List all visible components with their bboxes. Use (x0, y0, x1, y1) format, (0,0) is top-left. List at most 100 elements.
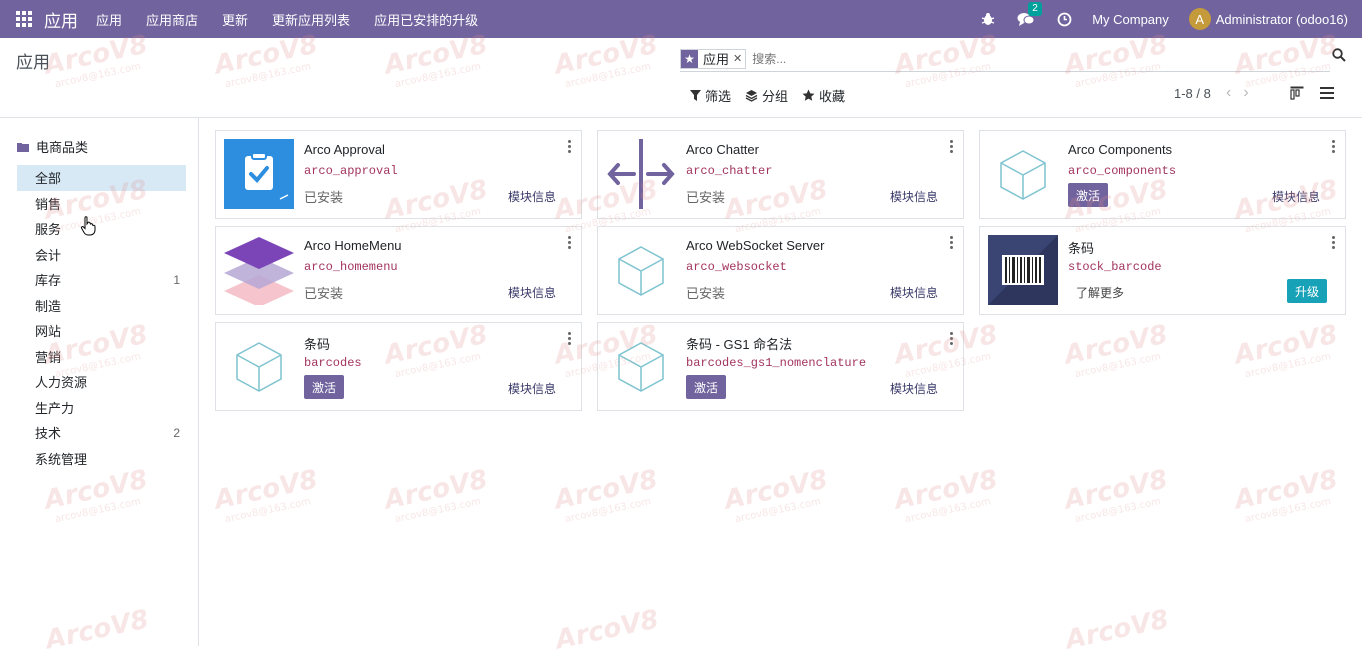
watermark: ArcoV8 arcov8@163.com (1231, 319, 1341, 381)
category-label: 营销 (35, 349, 62, 365)
group-by-button[interactable]: 分组 (745, 86, 788, 105)
debug-bug-icon[interactable] (981, 12, 995, 26)
category-item-all[interactable]: 全部 (17, 165, 186, 191)
activate-button[interactable]: 激活 (304, 375, 345, 399)
category-label: 会计 (35, 247, 62, 263)
card-menu-icon[interactable] (568, 236, 572, 251)
view-switcher (1290, 86, 1350, 100)
category-label: 服务 (35, 222, 62, 238)
app-card-arco-components[interactable]: Arco Components arco_components 激活 模块信息 (979, 130, 1346, 219)
page-title: 应用 (16, 53, 50, 72)
category-item-website[interactable]: 网站 (17, 318, 186, 344)
category-item-productivity[interactable]: 生产力 (17, 395, 186, 421)
menu-item-updates[interactable]: 更新 (222, 10, 248, 29)
learn-more-link[interactable]: 了解更多 (1076, 284, 1124, 301)
chatter-arrows-icon (606, 139, 676, 209)
favorites-button[interactable]: 收藏 (802, 86, 845, 105)
favorites-label: 收藏 (819, 89, 846, 104)
filters-button[interactable]: 筛选 (690, 86, 731, 105)
category-label: 系统管理 (35, 451, 88, 467)
module-info-link[interactable]: 模块信息 (1272, 188, 1320, 205)
card-menu-icon[interactable] (1332, 236, 1336, 251)
layers-icon (745, 90, 758, 102)
category-item-inventory[interactable]: 库存 1 (17, 267, 186, 293)
pager-previous-icon[interactable]: ‹ (1226, 84, 1231, 102)
remove-facet-icon[interactable]: ✕ (733, 52, 745, 65)
watermark: ArcoV8 arcov8@163.com (891, 464, 1001, 526)
app-status: 已安装 (686, 190, 726, 205)
star-icon: ★ (681, 49, 698, 68)
app-card-arco-homemenu[interactable]: Arco HomeMenu arco_homemenu 已安装 模块信息 (215, 226, 582, 315)
category-label: 技术 (35, 426, 62, 442)
layers-icon (224, 235, 294, 307)
app-card-barcodes-gs1[interactable]: 条码 - GS1 命名法 barcodes_gs1_nomenclature 激… (597, 322, 964, 411)
app-technical-name: arco_homemenu (304, 260, 398, 274)
facet-value: 应用 (703, 52, 730, 67)
category-item-marketing[interactable]: 营销 (17, 344, 186, 370)
app-name: 条码 (1068, 241, 1095, 256)
category-label: 人力资源 (35, 375, 88, 391)
upgrade-button[interactable]: 升级 (1286, 279, 1327, 303)
user-menu[interactable]: Administrator (odoo16) (1216, 12, 1348, 27)
module-info-link[interactable]: 模块信息 (890, 188, 938, 205)
category-item-administration[interactable]: 系统管理 (17, 446, 186, 472)
card-menu-icon[interactable] (950, 332, 954, 347)
category-item-hr[interactable]: 人力资源 (17, 369, 186, 395)
module-info-link[interactable]: 模块信息 (890, 284, 938, 301)
company-switcher[interactable]: My Company (1092, 12, 1169, 27)
watermark: ArcoV8 (1063, 604, 1172, 656)
module-info-link[interactable]: 模块信息 (508, 380, 556, 397)
app-card-barcodes[interactable]: 条码 barcodes 激活 模块信息 (215, 322, 582, 411)
category-label: 销售 (35, 196, 62, 212)
menu-item-scheduled-upgrades[interactable]: 应用已安排的升级 (374, 10, 478, 29)
category-item-services[interactable]: 服务 (17, 216, 186, 242)
card-menu-icon[interactable] (1332, 140, 1336, 155)
app-card-arco-approval[interactable]: Arco Approval arco_approval 已安装 模块信息 (215, 130, 582, 219)
card-menu-icon[interactable] (568, 140, 572, 155)
messages-icon[interactable]: 2 (1017, 2, 1042, 27)
card-menu-icon[interactable] (950, 140, 954, 155)
avatar[interactable]: A (1188, 8, 1211, 30)
activate-button[interactable]: 激活 (1068, 183, 1109, 207)
category-header: 电商品类 (17, 137, 88, 156)
list-view-icon[interactable] (1320, 86, 1334, 100)
card-menu-icon[interactable] (568, 332, 572, 347)
barcode-icon (988, 235, 1058, 305)
kanban-view-icon[interactable] (1290, 86, 1304, 100)
category-item-sales[interactable]: 销售 (17, 191, 186, 217)
module-info-link[interactable]: 模块信息 (508, 188, 556, 205)
category-label: 制造 (35, 298, 62, 314)
menu-item-update-app-list[interactable]: 更新应用列表 (272, 10, 350, 29)
pager-next-icon[interactable]: › (1243, 84, 1248, 102)
card-menu-icon[interactable] (950, 236, 954, 251)
watermark: ArcoV8 arcov8@163.com (1061, 464, 1171, 526)
app-technical-name: barcodes (304, 356, 362, 370)
app-technical-name: arco_chatter (686, 164, 773, 178)
watermark: ArcoV8 arcov8@163.com (721, 464, 831, 526)
category-item-technical[interactable]: 技术 2 (17, 420, 186, 446)
category-item-manufacturing[interactable]: 制造 (17, 293, 186, 319)
menu-item-app-store[interactable]: 应用商店 (146, 10, 198, 29)
category-item-accounting[interactable]: 会计 (17, 242, 186, 268)
activate-button[interactable]: 激活 (686, 375, 727, 399)
app-name: Arco Chatter (686, 142, 759, 157)
pager-value[interactable]: 1-8 / 8 (1174, 86, 1211, 101)
app-name: 条码 - GS1 命名法 (686, 337, 793, 352)
search-icon[interactable] (1332, 48, 1346, 65)
app-brand[interactable]: 应用 (44, 7, 78, 32)
app-card-stock-barcode[interactable]: 条码 stock_barcode 了解更多 升级 (979, 226, 1346, 315)
category-count: 1 (173, 272, 180, 287)
app-card-arco-websocket[interactable]: Arco WebSocket Server arco_websocket 已安装… (597, 226, 964, 315)
category-label: 库存 (35, 273, 62, 289)
apps-menu-icon[interactable] (16, 11, 32, 27)
module-info-link[interactable]: 模块信息 (508, 284, 556, 301)
app-card-arco-chatter[interactable]: Arco Chatter arco_chatter 已安装 模块信息 (597, 130, 964, 219)
search-options: 筛选 分组 收藏 (690, 86, 859, 105)
module-info-link[interactable]: 模块信息 (890, 380, 938, 397)
search-input[interactable] (752, 51, 1313, 66)
activity-clock-icon[interactable] (1057, 12, 1072, 27)
filter-icon (690, 90, 701, 101)
category-sidebar: 电商品类 全部 销售 服务 会计 库存 1 制造 网站 营销 人力资源 生产力 技… (0, 118, 199, 646)
watermark: ArcoV8 arcov8@163.com (1061, 319, 1171, 381)
menu-item-apps[interactable]: 应用 (96, 10, 122, 29)
